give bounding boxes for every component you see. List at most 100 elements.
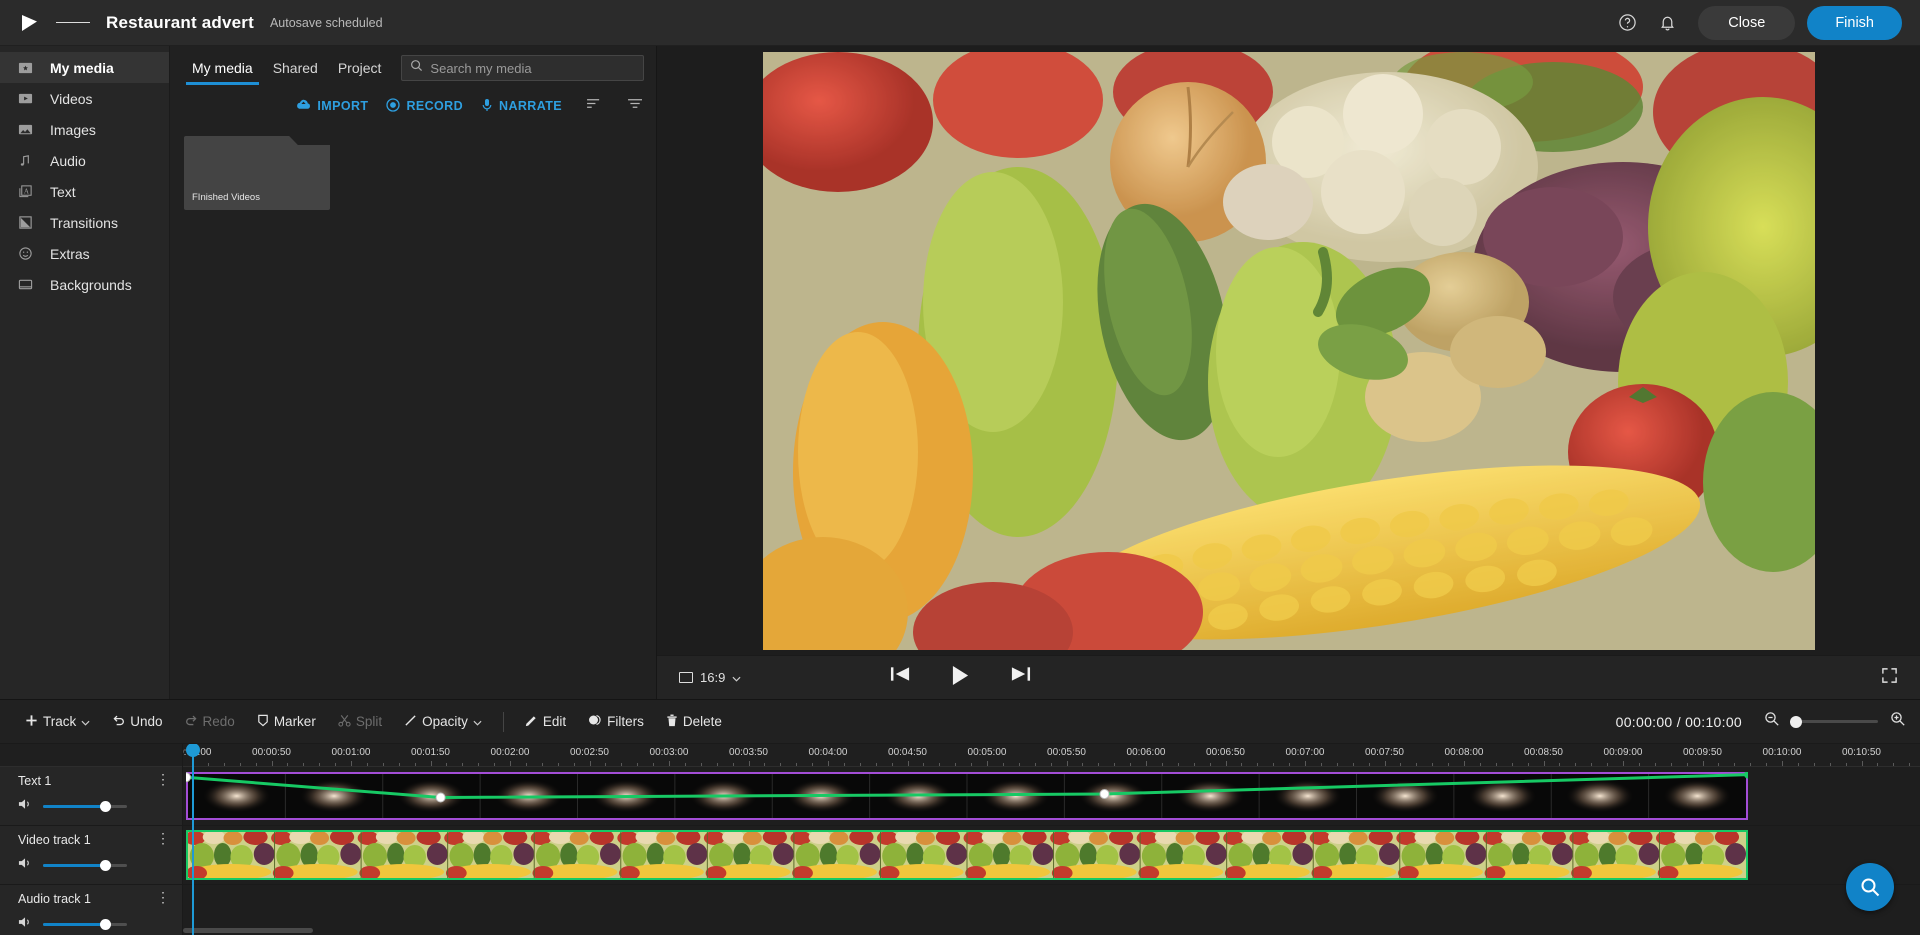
- ruler-tick: [1718, 763, 1719, 766]
- import-label: IMPORT: [317, 99, 368, 113]
- opacity-button[interactable]: Opacity: [393, 707, 493, 737]
- volume-slider-knob[interactable]: [100, 860, 111, 871]
- video-canvas[interactable]: [657, 46, 1920, 655]
- zoom-slider-knob[interactable]: [1790, 716, 1802, 728]
- ruler-tick: [319, 763, 320, 766]
- volume-slider[interactable]: [43, 923, 127, 926]
- opacity-label: Opacity: [422, 714, 468, 729]
- search-fab-button[interactable]: [1846, 863, 1894, 911]
- sidebar-item-images[interactable]: Images: [0, 114, 169, 145]
- microphone-icon: [481, 98, 493, 115]
- sidebar-item-videos[interactable]: Videos: [0, 83, 169, 114]
- ruler-tick: [1305, 761, 1306, 766]
- undo-button[interactable]: Undo: [101, 707, 173, 737]
- search-input[interactable]: [430, 61, 635, 76]
- sidebar-item-transitions[interactable]: Transitions: [0, 207, 169, 238]
- sidebar-item-extras[interactable]: Extras: [0, 238, 169, 269]
- ruler-tick: [1432, 763, 1433, 766]
- transition-icon: [18, 215, 40, 230]
- ruler-tick: [1400, 763, 1401, 766]
- more-vertical-icon[interactable]: ⋮: [156, 775, 170, 784]
- ruler-tick: [1877, 763, 1878, 766]
- timeline-tracks[interactable]: 00:00:0000:00:5000:01:0000:01:5000:02:00…: [183, 744, 1920, 935]
- ruler-tick: [1194, 763, 1195, 766]
- expand-icon[interactable]: [1881, 667, 1898, 689]
- text-clip[interactable]: [186, 772, 1748, 820]
- skip-next-icon[interactable]: [1010, 665, 1031, 691]
- media-item-folder[interactable]: FInished Videos: [184, 136, 330, 203]
- image-icon: [18, 122, 40, 137]
- sidebar-item-backgrounds[interactable]: Backgrounds: [0, 269, 169, 300]
- video-clip[interactable]: [186, 830, 1748, 880]
- edit-button[interactable]: Edit: [514, 707, 577, 737]
- speaker-icon[interactable]: [18, 797, 33, 816]
- timeline-toolbar: Track Undo Redo Marker Split Opacity: [0, 700, 1920, 744]
- ruler-tick: [1798, 763, 1799, 766]
- filters-button[interactable]: Filters: [577, 707, 655, 737]
- speaker-icon[interactable]: [18, 856, 33, 875]
- ruler-tick: [478, 763, 479, 766]
- track-header-audio-1[interactable]: Audio track 1 ⋮: [0, 885, 182, 935]
- volume-slider-knob[interactable]: [100, 801, 111, 812]
- close-button[interactable]: Close: [1698, 6, 1795, 40]
- import-button[interactable]: IMPORT: [296, 98, 368, 114]
- search-box[interactable]: [401, 55, 644, 81]
- tab-shared[interactable]: Shared: [263, 60, 328, 85]
- speaker-icon[interactable]: [18, 915, 33, 934]
- sidebar-item-text[interactable]: A Text: [0, 176, 169, 207]
- bell-icon[interactable]: [1650, 6, 1684, 40]
- media-actions: IMPORT RECORD NARRATE: [170, 88, 656, 122]
- more-vertical-icon[interactable]: ⋮: [156, 834, 170, 843]
- zoom-slider[interactable]: [1792, 720, 1878, 723]
- ruler-tick: [1862, 761, 1863, 766]
- more-vertical-icon[interactable]: ⋮: [156, 893, 170, 902]
- svg-text:A: A: [24, 188, 30, 196]
- zoom-out-icon[interactable]: [1764, 711, 1780, 732]
- filter-icon[interactable]: [627, 97, 644, 115]
- sidebar-item-my-media[interactable]: My media: [0, 52, 169, 83]
- marker-button[interactable]: Marker: [246, 707, 327, 737]
- horizontal-scrollbar[interactable]: [183, 928, 313, 933]
- track-headers: Text 1 ⋮ Video track 1 ⋮: [0, 744, 183, 935]
- tab-project[interactable]: Project: [328, 60, 392, 85]
- aspect-ratio-selector[interactable]: 16:9: [679, 670, 741, 685]
- skip-previous-icon[interactable]: [890, 665, 911, 691]
- ruler-tick: [908, 761, 909, 766]
- volume-slider-knob[interactable]: [100, 919, 111, 930]
- ruler-tick: [1114, 763, 1115, 766]
- ruler-tick: [1162, 763, 1163, 766]
- ruler-tick: [383, 763, 384, 766]
- delete-button[interactable]: Delete: [655, 707, 733, 737]
- ruler-tick: [1909, 763, 1910, 766]
- track-header-video-1[interactable]: Video track 1 ⋮: [0, 826, 182, 885]
- volume-slider[interactable]: [43, 805, 127, 808]
- sidebar-item-audio[interactable]: Audio: [0, 145, 169, 176]
- track-lane-audio-1[interactable]: [183, 885, 1920, 935]
- ruler-tick: [510, 761, 511, 766]
- media-tabs: My media Shared Project: [170, 46, 656, 88]
- chevron-down-icon: [81, 714, 90, 729]
- play-icon[interactable]: [951, 665, 970, 691]
- track-header-text-1[interactable]: Text 1 ⋮: [0, 767, 182, 826]
- help-circle-icon[interactable]: [1610, 6, 1644, 40]
- ruler-tick: [208, 763, 209, 766]
- finish-button[interactable]: Finish: [1807, 6, 1902, 40]
- sidebar-item-label: Text: [50, 184, 76, 200]
- track-lane-video-1[interactable]: [183, 826, 1920, 885]
- track-lane-text-1[interactable]: [183, 767, 1920, 826]
- zoom-in-icon[interactable]: [1890, 711, 1906, 732]
- menu-hamburger-icon[interactable]: [56, 6, 90, 40]
- ruler-tick: [1035, 763, 1036, 766]
- tab-my-media[interactable]: My media: [182, 60, 263, 85]
- sort-icon[interactable]: [586, 97, 603, 115]
- ruler-time-label: 00:02:00: [491, 747, 530, 758]
- volume-slider[interactable]: [43, 864, 127, 867]
- add-track-button[interactable]: Track: [14, 707, 101, 737]
- narrate-button[interactable]: NARRATE: [481, 98, 562, 115]
- record-button[interactable]: RECORD: [386, 98, 463, 115]
- playhead[interactable]: [192, 744, 194, 935]
- timeline-ruler[interactable]: 00:00:0000:00:5000:01:0000:01:5000:02:00…: [183, 744, 1920, 767]
- ruler-tick: [1559, 763, 1560, 766]
- ruler-tick: [733, 763, 734, 766]
- edit-label: Edit: [543, 714, 566, 729]
